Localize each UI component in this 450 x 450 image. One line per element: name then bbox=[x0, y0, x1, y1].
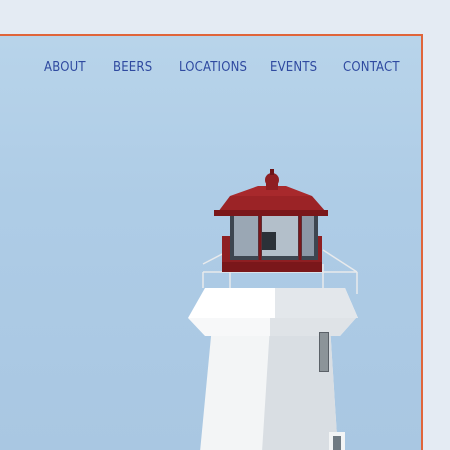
lantern-roof bbox=[218, 196, 326, 212]
lighthouse-illustration bbox=[188, 169, 358, 450]
lantern-finial bbox=[265, 173, 279, 187]
main-nav: ABOUT BEERS LOCATIONS EVENTS CONTACT bbox=[0, 60, 421, 84]
hero-frame: ABOUT BEERS LOCATIONS EVENTS CONTACT bbox=[0, 34, 423, 450]
nav-locations-link[interactable]: LOCATIONS bbox=[179, 60, 247, 75]
nav-contact-link[interactable]: CONTACT bbox=[343, 60, 400, 75]
nav-about-link[interactable]: ABOUT bbox=[44, 60, 86, 75]
nav-events-link[interactable]: EVENTS bbox=[270, 60, 317, 75]
hero-image bbox=[0, 36, 421, 450]
nav-beers-link[interactable]: BEERS bbox=[113, 60, 152, 75]
